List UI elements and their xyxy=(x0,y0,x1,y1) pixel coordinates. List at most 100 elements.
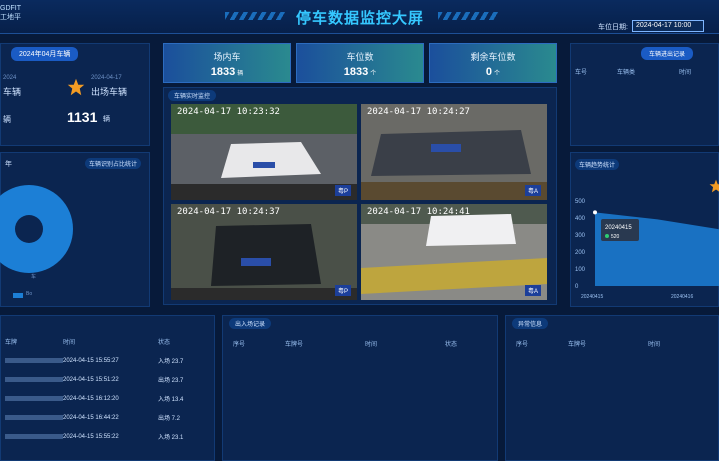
kpi-label: 剩余车位数 xyxy=(470,52,516,62)
table-row[interactable]: 2024-04-15 16:44:22 出场 7.2 xyxy=(5,408,205,427)
entry-exit-records-panel: 车辆进出记录 车号 车辆类 时间 xyxy=(570,43,719,146)
kpi-total-spaces: 车位数 1833 个 xyxy=(296,43,424,83)
time-cell: 2024-04-15 15:55:27 xyxy=(63,357,119,364)
entry-exit-log-title: 出入场记录 xyxy=(229,318,272,329)
column-header: 车牌 xyxy=(5,340,18,346)
plate-cell xyxy=(5,434,63,439)
column-header: 状态 xyxy=(445,342,458,348)
status-cell: 入场 13.4 xyxy=(158,397,184,403)
trend-chart-panel: 车辆趋势统计 500 400 300 200 100 0 20240415 20… xyxy=(570,152,719,307)
title-decoration-right xyxy=(438,12,498,20)
table-header: 车牌 时间 状态 xyxy=(5,332,205,351)
trend-point xyxy=(593,210,597,215)
plate-cell xyxy=(5,415,63,420)
camera-plate: 粤A xyxy=(524,185,541,196)
date-label: 车位日期: xyxy=(598,24,628,31)
brand: GDFIT 工地平 xyxy=(0,4,21,22)
camera-image xyxy=(171,204,357,300)
stat-unit-right: 辆 xyxy=(103,116,110,123)
time-cell: 2024-04-15 16:12:20 xyxy=(63,395,119,402)
column-header: 车牌号 xyxy=(568,342,587,348)
ratio-legend-swatch xyxy=(13,293,23,298)
status-cell: 出场 7.2 xyxy=(158,416,181,422)
kpi-value: 1833 xyxy=(210,66,236,78)
recent-records-panel: 车牌 时间 状态 2024-04-15 15:55:27 入场 23.7 202… xyxy=(0,315,215,461)
ratio-donut-chart xyxy=(0,185,73,273)
table-header: 序号 车牌号 时间 xyxy=(516,334,716,353)
stat-label-left: 车辆 xyxy=(3,87,22,97)
tooltip-date: 20240415 xyxy=(605,225,632,231)
status-cell: 入场 23.7 xyxy=(158,359,184,365)
table-header: 车号 车辆类 时间 xyxy=(575,62,715,81)
ratio-legend-1: 车 xyxy=(31,274,37,280)
column-header: 序号 xyxy=(233,342,246,348)
column-header: 时间 xyxy=(648,342,661,348)
kpi-vehicles-inside: 场内车 1833 辆 xyxy=(163,43,291,83)
camera-image xyxy=(361,104,547,200)
abnormal-info-table: 序号 车牌号 时间 xyxy=(516,334,716,353)
column-header: 序号 xyxy=(516,342,529,348)
camera-plate: 粤P xyxy=(334,285,351,296)
y-tick-label: 200 xyxy=(575,250,586,256)
time-cell: 2024-04-15 15:55:22 xyxy=(63,433,119,440)
column-header: 车辆类 xyxy=(617,70,636,76)
column-header: 时间 xyxy=(679,70,692,76)
status-cell: 入场 23.1 xyxy=(158,435,184,441)
month-vehicles-button[interactable]: 2024年04月车辆 xyxy=(11,47,79,61)
kpi-value: 0 xyxy=(485,66,493,78)
y-tick-label: 300 xyxy=(575,233,586,239)
camera-timestamp: 2024-04-17 10:24:41 xyxy=(367,207,470,217)
stat-unit-left: 辆 xyxy=(3,115,11,124)
camera-section-title: 车辆实时监控 xyxy=(168,90,217,101)
tooltip-marker xyxy=(605,234,609,238)
camera-feed-1[interactable]: 2024-04-17 10:23:32 粤P xyxy=(171,104,357,200)
camera-grid: 2024-04-17 10:23:32 粤P 2024-04-17 10:24:… xyxy=(171,104,549,300)
entry-exit-table: 车号 车辆类 时间 xyxy=(575,62,715,81)
camera-timestamp: 2024-04-17 10:24:37 xyxy=(177,207,280,217)
camera-feed-2[interactable]: 2024-04-17 10:24:27 粤A xyxy=(361,104,547,200)
title-decoration-left xyxy=(225,12,285,20)
abnormal-info-title: 异常信息 xyxy=(512,318,549,329)
column-header: 时间 xyxy=(365,342,378,348)
time-cell: 2024-04-15 15:51:22 xyxy=(63,376,119,383)
camera-feed-3[interactable]: 2024-04-17 10:24:37 粤P xyxy=(171,204,357,300)
entry-exit-button[interactable]: 车辆进出记录 xyxy=(641,47,694,60)
stat-date-right: 2024-04-17 xyxy=(91,75,122,81)
y-tick-label: 500 xyxy=(575,199,586,205)
table-row[interactable]: 2024-04-15 15:51:22 出场 23.7 xyxy=(5,370,205,389)
stat-date-left: 2024 xyxy=(3,75,17,81)
ratio-title: 车辆识别占比统计 xyxy=(85,158,142,169)
plate-cell xyxy=(5,377,63,382)
entry-exit-log-table: 序号 车牌号 时间 状态 xyxy=(233,334,488,353)
date-select[interactable]: 2024-04-17 10:00 xyxy=(632,20,704,32)
column-header: 车号 xyxy=(575,70,588,76)
table-row[interactable]: 2024-04-15 16:12:20 入场 13.4 xyxy=(5,389,205,408)
kpi-unit: 辆 xyxy=(237,71,244,77)
column-header: 车牌号 xyxy=(285,342,304,348)
x-tick-label: 20240415 xyxy=(581,294,603,300)
camera-image xyxy=(361,204,547,300)
abnormal-info-panel: 异常信息 序号 车牌号 时间 xyxy=(505,315,719,461)
x-tick-label: 20240416 xyxy=(671,294,693,300)
camera-feed-4[interactable]: 2024-04-17 10:24:41 粤A xyxy=(361,204,547,300)
camera-image xyxy=(171,104,357,200)
y-tick-label: 0 xyxy=(575,284,579,290)
entry-exit-log-panel: 出入场记录 序号 车牌号 时间 状态 xyxy=(222,315,498,461)
camera-plate: 粤A xyxy=(524,285,541,296)
y-tick-label: 400 xyxy=(575,216,586,222)
recognition-ratio-panel: 年 车辆识别占比统计 车 Bo xyxy=(0,152,150,307)
vehicle-stats-panel: 2024年04月车辆 2024 车辆 2024-04-17 出场车辆 辆 113… xyxy=(0,43,150,146)
recent-records-table: 车牌 时间 状态 2024-04-15 15:55:27 入场 23.7 202… xyxy=(5,332,205,446)
column-header: 状态 xyxy=(158,340,171,346)
plate-cell xyxy=(5,358,63,363)
kpi-label: 车位数 xyxy=(346,52,374,62)
kpi-unit: 个 xyxy=(370,71,377,77)
table-row[interactable]: 2024-04-15 15:55:22 入场 23.1 xyxy=(5,427,205,446)
star-icon xyxy=(709,179,719,193)
star-icon xyxy=(67,78,85,96)
brand-line1: GDFIT xyxy=(0,5,21,12)
kpi-label: 场内车 xyxy=(213,52,241,62)
kpi-value: 1833 xyxy=(343,66,369,78)
table-row[interactable]: 2024-04-15 15:55:27 入场 23.7 xyxy=(5,351,205,370)
status-cell: 出场 23.7 xyxy=(158,378,184,384)
